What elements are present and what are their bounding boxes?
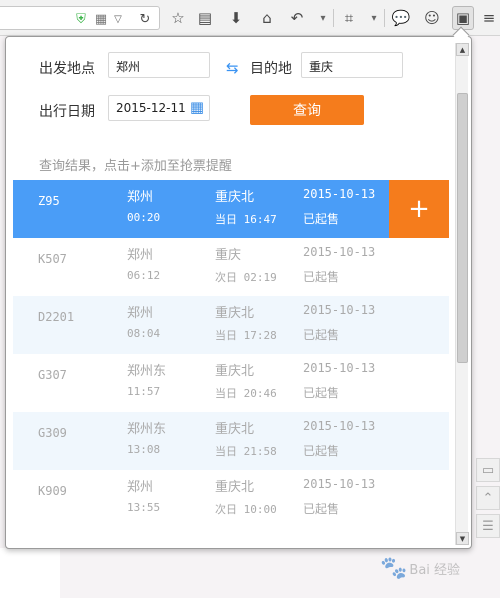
calendar-icon[interactable]: ▦ <box>188 98 206 117</box>
arrival-time: 当日 20:46 <box>215 387 277 400</box>
departure-time: 11:57 <box>127 385 161 398</box>
refresh-icon[interactable]: ↻ <box>134 7 156 31</box>
undo-icon[interactable]: ↶ <box>286 6 308 30</box>
dropdown-arrow-icon[interactable]: ▽ <box>112 7 124 31</box>
toolbar-separator <box>333 9 334 27</box>
departure-station: 郑州 <box>127 190 154 205</box>
results-hint: 查询结果，点击+添加至抢票提醒 <box>39 159 232 174</box>
train-number: K507 <box>38 252 67 266</box>
arrival-station: 重庆北 <box>215 306 255 321</box>
scroll-down-icon[interactable]: ▼ <box>456 532 469 545</box>
arrival-time: 次日 10:00 <box>215 503 277 516</box>
departure-time: 13:08 <box>127 443 161 456</box>
sale-status: 已起售 <box>303 328 340 342</box>
query-button[interactable]: 查询 <box>250 95 364 125</box>
date-label: 出行日期 <box>39 104 95 120</box>
train-number: G307 <box>38 368 67 382</box>
emoji-icon[interactable]: ☺ <box>421 6 443 30</box>
train-row[interactable]: K507 郑州 06:12 重庆次日 02:19 2015-10-13 已起售 <box>13 238 449 296</box>
results-list: Z95 郑州 00:20 重庆北 当日 16:47 2015-10-13 已起售 + K507 郑… <box>13 180 449 548</box>
download-icon[interactable]: ⬇ <box>225 6 247 30</box>
list-icon[interactable]: ☰ <box>476 514 500 538</box>
ticket-extension-icon[interactable]: ▣ <box>452 6 474 30</box>
arrival-station: 重庆北 <box>215 422 255 437</box>
sale-status: 已起售 <box>303 386 340 400</box>
arrival-station: 重庆 <box>215 248 242 263</box>
add-reminder-button[interactable]: + <box>389 180 449 238</box>
date-value: 2015-12-11 <box>116 101 186 115</box>
qr-code-icon[interactable]: ▦ <box>90 7 112 31</box>
browser-toolbar: ⛨ ▦ ▽ ↻ ☆ ▤ ⬇ ⌂ ↶ ▾ ⌗ ▾ 💬 ☺ ▣ ≡ <box>0 0 500 36</box>
feedback-icon[interactable]: ▭ <box>476 458 500 482</box>
watermark: 🐾 Bai 经验 <box>380 548 495 588</box>
departure-station: 郑州东 <box>127 364 167 379</box>
toolbar-separator <box>384 9 385 27</box>
sale-status: 已起售 <box>303 212 340 226</box>
train-row[interactable]: D2201 郑州 08:04 重庆北当日 17:28 2015-10-13 已起售 <box>13 296 449 354</box>
departure-time: 06:12 <box>127 269 161 282</box>
sale-status: 已起售 <box>303 270 340 284</box>
sale-date: 2015-10-13 <box>303 245 376 259</box>
to-label: 目的地 <box>250 61 292 77</box>
train-row[interactable]: Z95 郑州 00:20 重庆北当日 16:47 2015-10-13 已起售 + <box>13 180 449 238</box>
shield-check-icon[interactable]: ⛨ <box>70 7 92 31</box>
undo-menu-icon[interactable]: ▾ <box>317 6 329 30</box>
scroll-up-icon[interactable]: ▲ <box>456 43 469 56</box>
chat-icon[interactable]: 💬 <box>390 6 412 30</box>
sale-date: 2015-10-13 <box>303 303 376 317</box>
departure-time: 08:04 <box>127 327 161 340</box>
arrival-time: 当日 21:58 <box>215 445 277 458</box>
train-number: G309 <box>38 426 67 440</box>
arrival-time: 次日 02:19 <box>215 271 277 284</box>
sale-status: 已起售 <box>303 502 340 516</box>
date-field[interactable]: 2015-12-11 ▦ <box>108 95 210 121</box>
arrival-station: 重庆北 <box>215 480 255 495</box>
sale-status: 已起售 <box>303 444 340 458</box>
swap-icon[interactable]: ⇆ <box>226 59 239 77</box>
watermark-text: Bai 经验 <box>409 562 461 578</box>
departure-station: 郑州 <box>127 480 154 495</box>
crop-icon[interactable]: ⌗ <box>338 6 360 30</box>
address-bar[interactable]: ⛨ ▦ ▽ ↻ <box>0 6 160 30</box>
sale-date: 2015-10-13 <box>303 187 376 201</box>
side-widgets: ▭ ⌃ ☰ <box>476 458 500 540</box>
crop-menu-icon[interactable]: ▾ <box>368 6 380 30</box>
from-field[interactable]: 郑州 <box>108 52 210 78</box>
departure-time: 00:20 <box>127 211 161 224</box>
arrival-time: 当日 17:28 <box>215 329 277 342</box>
arrival-time: 当日 16:47 <box>215 213 277 226</box>
reading-list-icon[interactable]: ▤ <box>194 6 216 30</box>
train-row[interactable]: G309 郑州东 13:08 重庆北当日 21:58 2015-10-13 已起售 <box>13 412 449 470</box>
to-field[interactable]: 重庆 <box>301 52 403 78</box>
train-row[interactable]: K909 郑州 13:55 重庆北次日 10:00 2015-10-13 已起售 <box>13 470 449 528</box>
train-number: D2201 <box>38 310 75 324</box>
scrollbar-thumb[interactable] <box>457 93 468 363</box>
train-number: Z95 <box>38 194 60 208</box>
sale-date: 2015-10-13 <box>303 477 376 491</box>
train-number: K909 <box>38 484 67 498</box>
arrival-station: 重庆北 <box>215 364 255 379</box>
sale-date: 2015-10-13 <box>303 419 376 433</box>
back-to-top-icon[interactable]: ⌃ <box>476 486 500 510</box>
star-icon[interactable]: ☆ <box>167 6 189 30</box>
arrival-station: 重庆北 <box>215 190 255 205</box>
paw-icon: 🐾 <box>380 555 408 581</box>
sale-date: 2015-10-13 <box>303 361 376 375</box>
home-icon[interactable]: ⌂ <box>256 6 278 30</box>
departure-time: 13:55 <box>127 501 161 514</box>
departure-station: 郑州 <box>127 306 154 321</box>
from-label: 出发地点 <box>39 61 95 77</box>
train-row[interactable]: G307 郑州东 11:57 重庆北当日 20:46 2015-10-13 已起售 <box>13 354 449 412</box>
departure-station: 郑州 <box>127 248 154 263</box>
scrollbar[interactable]: ▲ ▼ <box>455 43 469 545</box>
departure-station: 郑州东 <box>127 422 167 437</box>
ticket-popup: 出发地点 郑州 ⇆ 目的地 重庆 出行日期 2015-12-11 ▦ 查询 查询… <box>5 36 472 549</box>
page-background <box>0 548 60 598</box>
menu-icon[interactable]: ≡ <box>478 6 500 30</box>
